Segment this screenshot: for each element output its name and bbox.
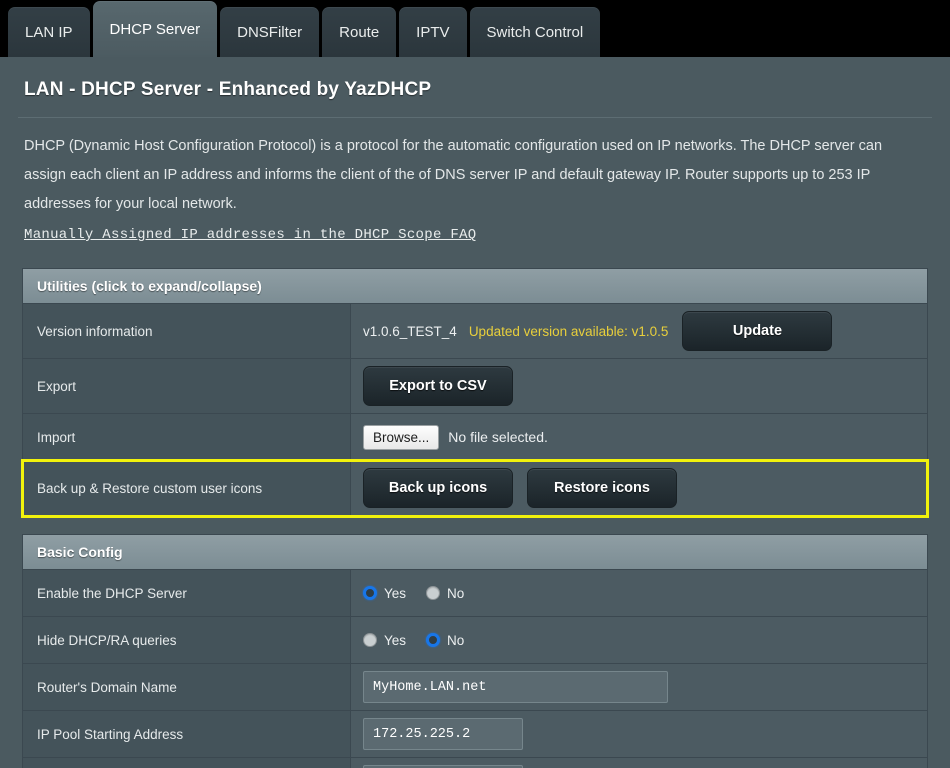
update-button[interactable]: Update — [682, 311, 833, 351]
export-value: Export to CSV — [351, 359, 927, 413]
router-domain-name-value — [351, 664, 927, 710]
hide-dhcp-ra-queries-row: Hide DHCP/RA queries Yes No — [23, 617, 927, 664]
import-file-input[interactable]: Browse... No file selected. — [363, 424, 548, 450]
version-information-value: v1.0.6_TEST_4 Updated version available:… — [351, 304, 927, 358]
tab-route[interactable]: Route — [322, 7, 397, 57]
page-description: DHCP (Dynamic Host Configuration Protoco… — [16, 132, 924, 250]
export-row: Export Export to CSV — [23, 359, 927, 414]
backup-restore-icons-label: Back up & Restore custom user icons — [23, 461, 351, 515]
ip-pool-starting-address-row: IP Pool Starting Address — [23, 711, 927, 758]
enable-dhcp-radio-yes[interactable]: Yes — [363, 586, 406, 601]
file-status-text: No file selected. — [448, 429, 548, 445]
import-value: Browse... No file selected. — [351, 414, 927, 460]
hide-dhcp-ra-queries-value: Yes No — [351, 617, 927, 663]
page-content: LAN - DHCP Server - Enhanced by YazDHCP … — [0, 57, 950, 768]
radio-unselected-icon[interactable] — [363, 633, 377, 647]
enable-dhcp-radio-group: Yes No — [363, 586, 464, 601]
tab-label: Route — [339, 23, 380, 41]
radio-label-yes: Yes — [384, 632, 407, 648]
page-title: LAN - DHCP Server - Enhanced by YazDHCP — [24, 79, 432, 100]
backup-restore-icons-row: Back up & Restore custom user icons Back… — [21, 459, 929, 518]
version-information-row: Version information v1.0.6_TEST_4 Update… — [23, 304, 927, 359]
utilities-section: Utilities (click to expand/collapse) Ver… — [21, 268, 929, 518]
basic-config-section-header[interactable]: Basic Config — [23, 535, 927, 570]
hide-dhcp-ra-queries-label: Hide DHCP/RA queries — [23, 617, 351, 663]
enable-dhcp-server-value: Yes No — [351, 570, 927, 616]
update-available-text: Updated version available: v1.0.5 — [468, 323, 669, 339]
ip-pool-starting-address-label: IP Pool Starting Address — [23, 711, 351, 757]
tab-iptv[interactable]: IPTV — [399, 7, 467, 57]
dhcp-scope-faq-link[interactable]: Manually Assigned IP addresses in the DH… — [24, 221, 476, 250]
ip-pool-starting-address-input[interactable] — [363, 718, 523, 750]
radio-unselected-icon[interactable] — [426, 586, 441, 600]
export-label: Export — [23, 359, 351, 413]
import-row: Import Browse... No file selected. — [23, 414, 927, 461]
restore-icons-button[interactable]: Restore icons — [527, 468, 677, 508]
current-version-text: v1.0.6_TEST_4 — [363, 323, 457, 339]
version-information-label: Version information — [23, 304, 351, 358]
hide-queries-radio-yes[interactable]: Yes — [363, 633, 406, 648]
hide-queries-radio-group: Yes No — [363, 633, 464, 648]
tab-dnsfilter[interactable]: DNSFilter — [220, 7, 320, 57]
tab-label: DHCP Server — [109, 20, 201, 38]
ip-pool-ending-address-label: IP Pool Ending Address — [23, 758, 351, 768]
back-up-icons-button[interactable]: Back up icons — [363, 468, 513, 508]
ip-pool-ending-address-row: IP Pool Ending Address — [23, 758, 927, 768]
backup-restore-icons-value: Back up icons Restore icons — [351, 461, 927, 515]
tab-label: Switch Control — [486, 23, 584, 41]
enable-dhcp-server-row: Enable the DHCP Server Yes No — [23, 570, 927, 617]
router-domain-name-label: Router's Domain Name — [23, 664, 351, 710]
radio-selected-icon[interactable] — [363, 586, 377, 600]
ip-pool-ending-address-value — [351, 758, 927, 768]
hide-queries-radio-no[interactable]: No — [426, 633, 464, 648]
title-divider — [18, 117, 932, 118]
description-text: DHCP (Dynamic Host Configuration Protoco… — [24, 138, 883, 212]
radio-label-no: No — [447, 632, 465, 648]
tab-switch-control[interactable]: Switch Control — [469, 7, 601, 57]
enable-dhcp-server-label: Enable the DHCP Server — [23, 570, 351, 616]
tab-label: DNSFilter — [237, 23, 303, 41]
tab-lan-ip[interactable]: LAN IP — [8, 7, 90, 57]
utilities-section-header[interactable]: Utilities (click to expand/collapse) — [23, 269, 927, 304]
export-to-csv-button[interactable]: Export to CSV — [363, 366, 513, 406]
router-domain-name-input[interactable] — [363, 671, 668, 703]
radio-label-yes: Yes — [384, 585, 407, 601]
router-domain-name-row: Router's Domain Name — [23, 664, 927, 711]
tab-dhcp-server[interactable]: DHCP Server — [92, 1, 218, 57]
basic-config-section: Basic Config Enable the DHCP Server Yes … — [22, 534, 928, 768]
radio-selected-icon[interactable] — [426, 633, 441, 647]
tab-label: LAN IP — [25, 23, 73, 41]
tab-bar: LAN IP DHCP Server DNSFilter Route IPTV … — [0, 0, 950, 57]
import-label: Import — [23, 414, 351, 460]
radio-label-no: No — [447, 585, 465, 601]
enable-dhcp-radio-no[interactable]: No — [426, 586, 464, 601]
ip-pool-starting-address-value — [351, 711, 927, 757]
browse-button[interactable]: Browse... — [363, 424, 440, 450]
tab-label: IPTV — [416, 23, 450, 41]
